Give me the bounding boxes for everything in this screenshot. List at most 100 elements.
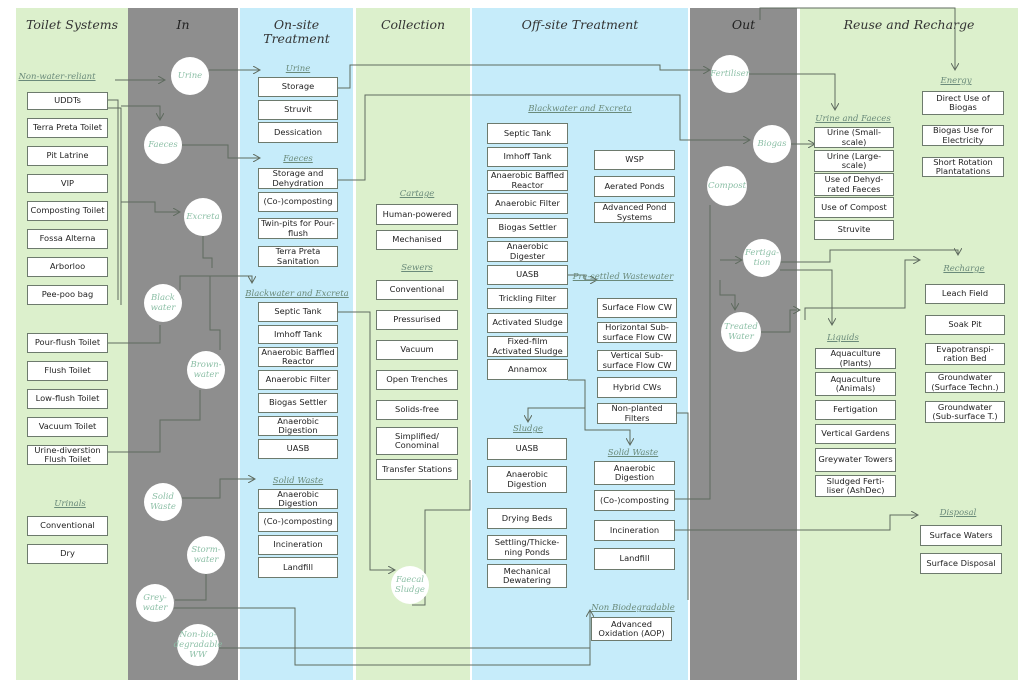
node-aquaculture-animals: Aquaculture (Animals) (815, 372, 896, 396)
node-greywater-towers: Greywater Towers (815, 448, 896, 472)
node-open-trenches: Open Trenches (376, 370, 458, 390)
node-biogas-use-for-electricity: Biogas Use for Electricity (922, 125, 1004, 146)
node-non-planted-filters: Non-planted Filters (597, 403, 677, 424)
node-incineration: Incineration (258, 535, 338, 555)
column-title: Out (731, 17, 756, 32)
node-terra-preta-toilet: Terra Preta Toilet (27, 118, 108, 138)
section-header-urine-and-faeces: Urine and Faeces (815, 114, 891, 124)
node-solids-free: Solids-free (376, 400, 458, 420)
node-anaerobic-baffled-reactor: Anaerobic Baffled Reactor (487, 170, 568, 191)
flow-circle-non-bio-degradable-ww: Non-bio-degradable WW (174, 624, 222, 666)
section-header-sewers: Sewers (401, 263, 433, 273)
node-vacuum: Vacuum (376, 340, 458, 360)
node-uasb: UASB (487, 438, 567, 460)
node-conventional: Conventional (27, 516, 108, 536)
column-title: Collection (380, 17, 446, 32)
node-co-composting: (Co-)composting (594, 490, 675, 511)
column-title: On-site Treatment (263, 17, 330, 46)
node-co-composting: (Co-)composting (258, 192, 338, 212)
node-vip: VIP (27, 174, 108, 193)
node-advanced-oxidation-aop: Advanced Oxidation (AOP) (591, 617, 672, 641)
node-anaerobic-digestion: Anaerobic Digestion (594, 461, 675, 485)
node-uasb: UASB (487, 265, 568, 285)
node-vertical-gardens: Vertical Gardens (815, 424, 896, 444)
flow-circle-excreta: Excreta (184, 198, 222, 236)
flow-circle-brown-water: Brown-water (187, 351, 225, 389)
node-septic-tank: Septic Tank (487, 123, 568, 144)
node-use-of-compost: Use of Compost (814, 197, 894, 218)
column-title: In (176, 17, 190, 32)
node-anaerobic-filter: Anaerobic Filter (487, 193, 568, 214)
node-evapotranspi-ration-bed: Evapotranspi-ration Bed (925, 343, 1005, 365)
section-header-solid-waste: Solid Waste (272, 476, 324, 486)
section-header-pre-settled-wastewater: Pre-settled Wastewater (572, 272, 674, 282)
node-mechanical-dewatering: Mechanical Dewatering (487, 564, 567, 588)
node-biogas-settler: Biogas Settler (487, 218, 568, 238)
node-dry: Dry (27, 544, 108, 564)
node-drying-beds: Drying Beds (487, 508, 567, 529)
node-wsp: WSP (594, 150, 675, 170)
node-anaerobic-digestion: Anaerobic Digestion (258, 416, 338, 436)
node-co-composting: (Co-)composting (258, 512, 338, 532)
node-struvite: Struvite (814, 220, 894, 240)
section-header-blackwater-and-excreta: Blackwater and Excreta (245, 289, 349, 299)
node-anaerobic-filter: Anaerobic Filter (258, 370, 338, 390)
node-landfill: Landfill (258, 557, 338, 578)
node-aerated-ponds: Aerated Ponds (594, 176, 675, 197)
node-imhoff-tank: Imhoff Tank (258, 325, 338, 344)
node-horizontal-sub-surface-flow-cw: Horizontal Sub-surface Flow CW (597, 322, 677, 343)
node-trickling-filter: Trickling Filter (487, 288, 568, 309)
node-fixed-film-activated-sludge: Fixed-film Activated Sludge (487, 336, 568, 357)
flow-circle-treated-water: Treated Water (721, 312, 761, 352)
section-header-non-biodegradable: Non Biodegradable (591, 603, 675, 613)
node-surface-disposal: Surface Disposal (920, 553, 1002, 574)
node-imhoff-tank: Imhoff Tank (487, 147, 568, 167)
node-twin-pits-for-pour-flush: Twin-pits for Pour-flush (258, 218, 338, 239)
node-conventional: Conventional (376, 280, 458, 300)
node-vacuum-toilet: Vacuum Toilet (27, 417, 108, 437)
section-header-liquids: Liquids (827, 333, 859, 343)
flow-circle-fertiga-tion: Fertiga-tion (743, 239, 781, 277)
section-header-sludge: Sludge (513, 424, 543, 434)
node-landfill: Landfill (594, 548, 675, 570)
section-header-urine: Urine (285, 64, 311, 74)
flow-circle-faecal-sludge: Faecal Sludge (391, 566, 429, 604)
node-anaerobic-digestion: Anaerobic Digestion (487, 466, 567, 493)
node-terra-preta-sanitation: Terra Preta Sanitation (258, 246, 338, 267)
node-storage-and-dehydration: Storage and Dehydration (258, 168, 338, 189)
node-uddts: UDDTs (27, 92, 108, 110)
column-title: Toilet Systems (25, 17, 118, 32)
node-composting-toilet: Composting Toilet (27, 201, 108, 221)
node-settling-thicke-ning-ponds: Settling/Thicke-ning Ponds (487, 535, 567, 560)
node-surface-waters: Surface Waters (920, 525, 1002, 546)
section-header-disposal: Disposal (939, 508, 977, 518)
flow-circle-biogas: Biogas (753, 125, 791, 163)
sanitation-flow-diagram: Toilet Systems In On-site Treatment Coll… (0, 0, 1024, 689)
node-urine-diverstion-flush-toilet: Urine-diverstion Flush Toilet (27, 445, 108, 465)
flow-circle-black-water: Black water (144, 284, 182, 322)
flow-circle-solid-waste: Solid Waste (144, 483, 182, 521)
flow-circle-faeces: Faeces (144, 126, 182, 164)
node-hybrid-cws: Hybrid CWs (597, 377, 677, 398)
node-sludged-ferti-liser-ashdec: Sludged Ferti-liser (AshDec) (815, 475, 896, 497)
section-header-blackwater-and-excreta: Blackwater and Excreta (528, 104, 632, 114)
node-groundwater-surface-techn: Groundwater (Surface Techn.) (925, 372, 1005, 393)
node-use-of-dehyd-rated-faeces: Use of Dehyd-rated Faeces (814, 173, 894, 196)
node-transfer-stations: Transfer Stations (376, 459, 458, 480)
node-pressurised: Pressurised (376, 310, 458, 330)
column-in: In (128, 8, 238, 680)
section-header-non-water-reliant: Non-water-reliant (18, 72, 96, 82)
node-pour-flush-toilet: Pour-flush Toilet (27, 333, 108, 353)
column-title: Reuse and Recharge (843, 17, 975, 32)
node-arborloo: Arborloo (27, 257, 108, 277)
node-struvit: Struvit (258, 100, 338, 120)
flow-circle-urine: Urine (171, 57, 209, 95)
node-biogas-settler: Biogas Settler (258, 393, 338, 413)
node-mechanised: Mechanised (376, 230, 458, 250)
section-header-energy: Energy (940, 76, 972, 86)
column-title: Off-site Treatment (521, 17, 639, 32)
node-low-flush-toilet: Low-flush Toilet (27, 389, 108, 409)
node-human-powered: Human-powered (376, 204, 458, 225)
node-short-rotation-plantatations: Short Rotation Plantatations (922, 157, 1004, 177)
flow-circle-compost: Compost (707, 166, 747, 206)
